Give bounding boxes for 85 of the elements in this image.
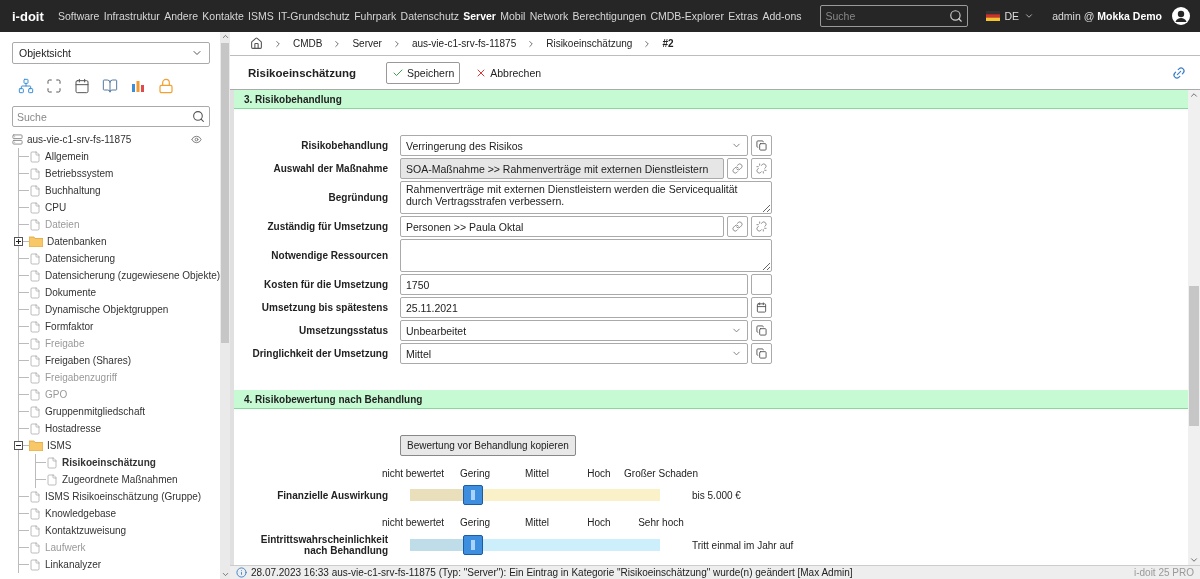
scale-label: Hoch xyxy=(587,468,611,479)
nav-item[interactable]: Add-ons xyxy=(762,10,802,22)
tree-item[interactable]: Zugeordnete Maßnahmen xyxy=(62,474,178,485)
nav-item[interactable]: Berechtigungen xyxy=(572,10,647,22)
tree-item[interactable]: Datenbanken xyxy=(47,236,107,247)
date-field[interactable]: 25.11.2021 xyxy=(400,297,748,318)
tree-item[interactable]: Gruppenmitgliedschaft xyxy=(45,406,146,417)
nav-item[interactable]: Software xyxy=(58,10,100,22)
tree-item[interactable]: Betriebssystem xyxy=(45,168,114,179)
nav-item[interactable]: Network xyxy=(529,10,569,22)
tree-item[interactable]: Kontaktzuweisung xyxy=(45,525,127,536)
tree-item[interactable]: Freigaben (Shares) xyxy=(45,355,132,366)
nav-item[interactable]: Server xyxy=(463,10,496,22)
nav-item[interactable]: IT-Grundschutz xyxy=(278,10,350,22)
field-label: Dringlichkeit der Umsetzung xyxy=(251,348,388,359)
section-header: 3. Risikobehandlung xyxy=(234,90,1188,109)
nav-item[interactable]: Mobil xyxy=(500,10,526,22)
slider-reading: bis 5.000 € xyxy=(692,489,742,501)
field-label: Zuständig für Umsetzung xyxy=(266,221,388,232)
nav-item[interactable]: Fuhrpark xyxy=(354,10,397,22)
save-button[interactable]: Speichern xyxy=(386,61,461,84)
nav-item[interactable]: ISMS xyxy=(248,10,274,22)
language-select[interactable]: DE xyxy=(985,10,1035,22)
section-header: 4. Risikobewertung nach Behandlung xyxy=(234,390,1188,409)
logo[interactable]: i-doit xyxy=(12,8,52,24)
tree-item[interactable]: Hostadresse xyxy=(45,423,102,434)
nav-item[interactable]: Andere xyxy=(164,10,198,22)
user-name[interactable]: admin @ Mokka Demo xyxy=(1052,10,1162,22)
slider-reading: Tritt einmal im Jahr auf xyxy=(692,539,795,551)
breadcrumb-link[interactable]: CMDB xyxy=(293,38,323,49)
tree-item[interactable]: Buchhaltung xyxy=(45,185,101,196)
scale-label: Gering xyxy=(460,517,490,528)
scale-label: Hoch xyxy=(587,517,611,528)
tree-item[interactable]: Knowledgebase xyxy=(45,508,117,519)
copy-rating-button[interactable]: Bewertung vor Behandlung kopieren xyxy=(400,435,576,456)
tree-item[interactable]: Datensicherung xyxy=(45,253,116,264)
nav-item[interactable]: Datenschutz xyxy=(400,10,459,22)
field-label: Finanzielle Auswirkung xyxy=(276,489,388,501)
scale-label: Mittel xyxy=(525,468,549,479)
scale-label: Mittel xyxy=(525,517,549,528)
breadcrumb-link[interactable]: Risikoeinschätzung xyxy=(546,38,633,49)
breadcrumb-link[interactable]: Server xyxy=(352,38,382,49)
scale-label: nicht bewertet xyxy=(381,468,445,479)
page-title: Risikoeinschätzung xyxy=(248,66,356,79)
field-label: Notwendige Ressourcen xyxy=(270,250,388,261)
version-label: i-doit 25 PRO xyxy=(1133,567,1194,578)
text-area[interactable]: Rahmenverträge mit externen Dienstleistern werden die Servicequalität durch Vertragsstrafen verbessern. xyxy=(400,181,772,214)
tree-item[interactable]: Linkanalyzer xyxy=(45,559,102,570)
scale-label: Großer Schaden xyxy=(624,468,698,479)
tree-item[interactable]: CPU xyxy=(45,202,67,213)
nav-item[interactable]: CMDB-Explorer xyxy=(650,10,724,22)
select-field[interactable]: Unbearbeitet xyxy=(400,320,748,341)
nav-item[interactable]: Extras xyxy=(728,10,759,22)
scale-label: Gering xyxy=(460,468,490,479)
select-field[interactable]: Verringerung des Risikos xyxy=(400,135,748,156)
tree-item[interactable]: ISMS xyxy=(47,440,72,451)
tree-item[interactable]: ISMS Risikoeinschätzung (Gruppe) xyxy=(45,491,202,502)
tree-item[interactable]: Datensicherung (zugewiesene Objekte) xyxy=(45,270,220,281)
select-field[interactable]: Mittel xyxy=(400,343,748,364)
tree-root[interactable]: aus-vie-c1-srv-fs-11875 xyxy=(27,134,132,145)
breadcrumb-link[interactable]: #2 xyxy=(662,38,674,49)
field-label: Umsetzung bis spätestens xyxy=(260,302,388,313)
nav-item[interactable]: Kontakte xyxy=(202,10,244,22)
status-message: 28.07.2023 16:33 aus-vie-c1-srv-fs-11875 (Typ: "Server"): Ein Eintrag in Kategorie "Risikoeinschätzung" wurde(n) geändert [Max Admin] xyxy=(251,567,853,578)
field-label: Risikobehandlung xyxy=(300,140,388,151)
tree-item[interactable]: Dynamische Objektgruppen xyxy=(45,304,169,315)
view-select[interactable]: Objektsicht xyxy=(12,42,210,64)
scale-label: nicht bewertet xyxy=(381,517,445,528)
breadcrumb-link[interactable]: aus-vie-c1-srv-fs-11875 xyxy=(411,38,517,49)
field-label: Kosten für die Umsetzung xyxy=(263,279,388,290)
nav-item[interactable]: Infrastruktur xyxy=(103,10,160,22)
field-label: Auswahl der Maßnahme xyxy=(272,163,388,174)
cancel-button[interactable]: Abbrechen xyxy=(470,61,547,84)
tree-item[interactable]: Allgemein xyxy=(45,151,89,162)
input-field[interactable]: 1750 xyxy=(400,274,748,295)
field-label: Begründung xyxy=(327,192,388,203)
field-label: Eintrittswahrscheinlichkeit nach Behandlung xyxy=(259,534,388,556)
tree-item[interactable]: Formfaktor xyxy=(45,321,94,332)
field-label: Umsetzungsstatus xyxy=(298,325,388,336)
search-field[interactable]: Suche xyxy=(12,106,210,127)
scale-label: Sehr hoch xyxy=(638,517,684,528)
tree-item[interactable]: Dokumente xyxy=(45,287,97,298)
tree-item[interactable]: Risikoeinschätzung xyxy=(62,457,156,468)
input-field[interactable]: Personen >> Paula Oktal xyxy=(400,216,724,237)
search-field[interactable]: Suche xyxy=(819,5,968,27)
